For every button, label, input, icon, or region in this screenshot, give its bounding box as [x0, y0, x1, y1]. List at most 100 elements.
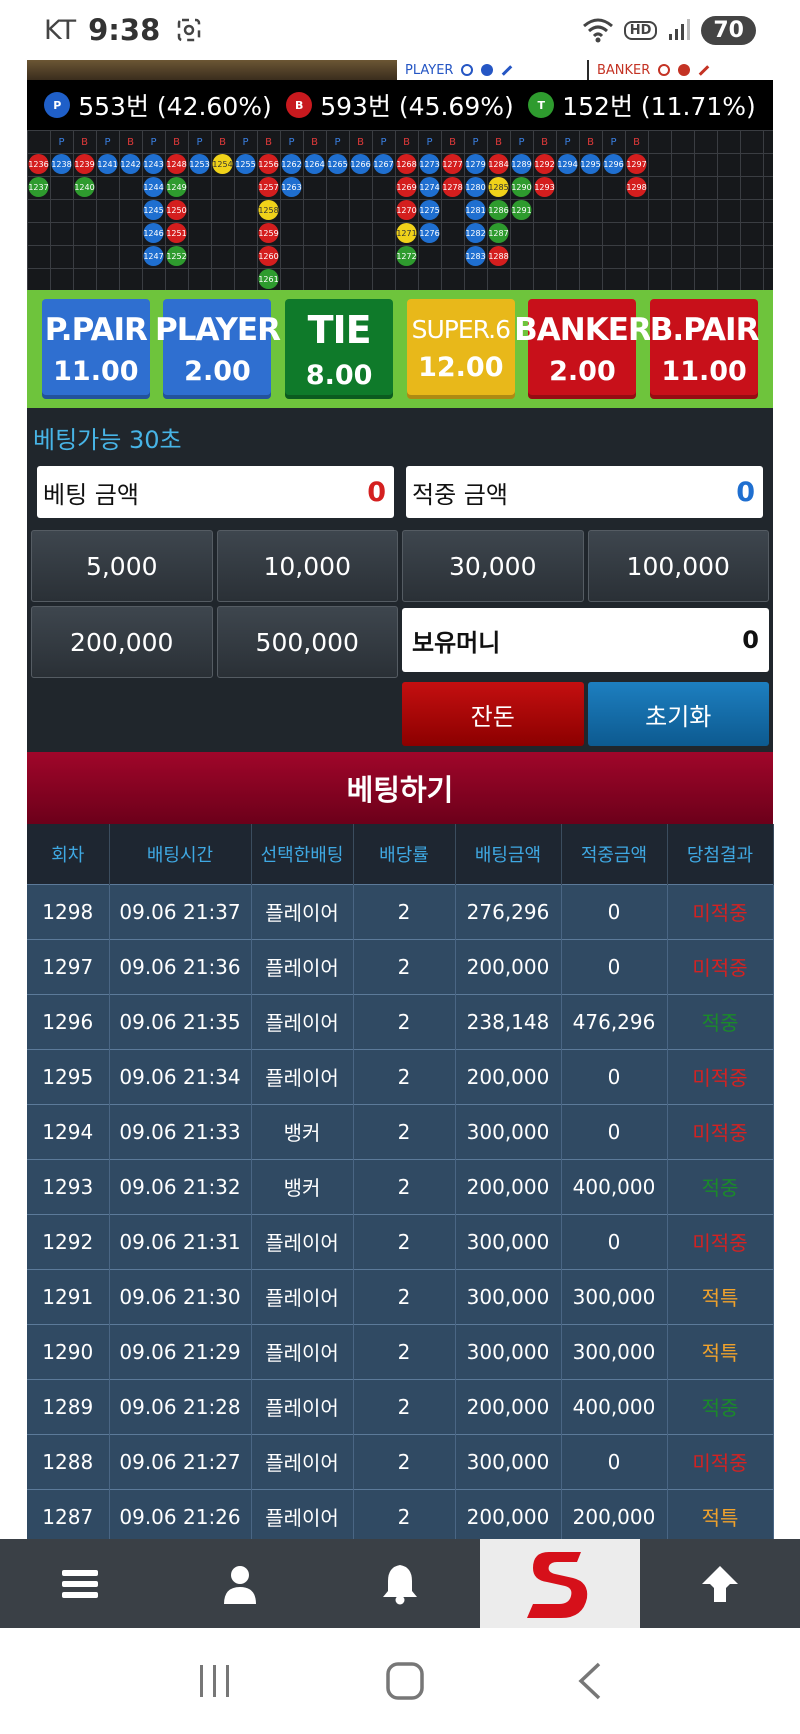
- road-bead-label: 1273: [419, 160, 439, 169]
- signal-icon: [669, 19, 691, 40]
- stat-tie: T 152번 (11.71%): [528, 87, 756, 123]
- cell-choice: 뱅커: [251, 1158, 354, 1214]
- cell-bet-amount: 300,000: [455, 1103, 562, 1159]
- road-bead-label: 1284: [488, 160, 508, 169]
- system-nav-bar: [0, 1628, 800, 1734]
- recent-apps-icon[interactable]: [195, 1663, 235, 1699]
- road-header-label: P: [380, 137, 386, 148]
- road-bead-label: 1265: [327, 160, 347, 169]
- reset-button[interactable]: 초기화: [587, 682, 769, 746]
- bet-b-pair-button[interactable]: B.PAIR 11.00: [650, 299, 759, 399]
- cell-result: 미적중: [667, 1048, 774, 1104]
- chip-200000-button[interactable]: 200,000: [31, 606, 213, 678]
- road-bead-label: 1270: [396, 206, 416, 215]
- back-icon[interactable]: [575, 1661, 605, 1701]
- slash-icon: [502, 64, 513, 76]
- bet-tie-button[interactable]: TIE 8.00: [285, 299, 394, 399]
- chip-500000-button[interactable]: 500,000: [216, 606, 398, 678]
- col-result: 당첨결과: [667, 824, 774, 884]
- cell-round: 1291: [27, 1268, 110, 1324]
- menu-button[interactable]: [0, 1539, 160, 1628]
- cell-result: 미적중: [667, 938, 774, 994]
- home-icon[interactable]: [385, 1661, 425, 1701]
- scroll-top-button[interactable]: [640, 1539, 800, 1628]
- cell-choice: 플레이어: [251, 1048, 354, 1104]
- road-bead-label: 1262: [281, 160, 301, 169]
- cell-bet-amount: 300,000: [455, 1323, 562, 1379]
- legend-banker-label: BANKER: [597, 62, 651, 78]
- profile-button[interactable]: [160, 1539, 320, 1628]
- cell-win-amount: 300,000: [561, 1323, 668, 1379]
- chip-5000-button[interactable]: 5,000: [31, 530, 213, 602]
- chip-10000-button[interactable]: 10,000: [216, 530, 398, 602]
- road-bead-label: 1251: [166, 229, 186, 238]
- chip-100000-button[interactable]: 100,000: [587, 530, 769, 602]
- road-header-label: B: [81, 137, 88, 148]
- cell-win-amount: 400,000: [561, 1378, 668, 1434]
- betting-area: 베팅가능 30초 베팅 금액 0 적중 금액 0 5,000 10,000 30…: [27, 408, 773, 752]
- road-bead-label: 1271: [396, 229, 416, 238]
- road-bead-label: 1285: [488, 183, 508, 192]
- bet-player-button[interactable]: PLAYER 2.00: [155, 299, 281, 399]
- bet-odds: 2.00: [549, 355, 616, 387]
- road-bead-label: 1246: [143, 229, 163, 238]
- road-bead-label: 1290: [511, 183, 531, 192]
- road-bead-label: 1242: [120, 160, 140, 169]
- player-badge: P: [44, 92, 71, 118]
- road-bead-label: 1297: [626, 160, 646, 169]
- road-bead-label: 1298: [626, 183, 646, 192]
- road-header-label: P: [196, 137, 202, 148]
- cell-choice: 플레이어: [251, 883, 354, 939]
- cell-bet-amount: 200,000: [455, 1378, 562, 1434]
- stat-player: P 553번 (42.60%): [44, 87, 272, 123]
- video-strip: PLAYER BANKER: [27, 60, 773, 80]
- bottom-nav: [0, 1539, 800, 1628]
- cell-result: 적중: [667, 1158, 774, 1214]
- bet-odds: 12.00: [418, 352, 504, 383]
- game-panel: PLAYER BANKER P 553번 (42.60%) B 593번 (45…: [27, 60, 774, 1544]
- cell-bet-amount: 200,000: [455, 1048, 562, 1104]
- col-win-amount: 적중금액: [561, 824, 668, 884]
- road-header-label: P: [610, 137, 616, 148]
- balance-value: 0: [742, 626, 759, 654]
- cell-odds: 2: [353, 1268, 456, 1324]
- bet-banker-button[interactable]: BANKER 2.00: [514, 299, 652, 399]
- change-button[interactable]: 잔돈: [402, 682, 584, 746]
- ring-icon: [461, 64, 474, 76]
- road-header-label: B: [265, 137, 272, 148]
- road-bead-label: 1283: [465, 252, 485, 261]
- ring-icon: [658, 64, 671, 76]
- road-bead-label: 1277: [442, 160, 462, 169]
- tie-badge: T: [528, 92, 555, 118]
- bet-p-pair-button[interactable]: P.PAIR 11.00: [41, 299, 150, 399]
- chip-30000-button[interactable]: 30,000: [402, 530, 584, 602]
- cell-bet-amount: 276,296: [455, 883, 562, 939]
- cell-win-amount: 0: [561, 1048, 668, 1104]
- road-bead-label: 1239: [74, 160, 94, 169]
- road-bead-label: 1275: [419, 206, 439, 215]
- status-bar: KT 9:38 HD 70: [0, 0, 800, 60]
- bet-super6-button[interactable]: SUPER.6 12.00: [406, 299, 515, 399]
- road-header-label: P: [150, 137, 156, 148]
- notifications-button[interactable]: [320, 1539, 480, 1628]
- road-bead-label: 1257: [258, 183, 278, 192]
- cell-result: 미적중: [667, 883, 774, 939]
- stat-banker-text: 593번 (45.69%): [320, 92, 514, 121]
- cell-round: 1296: [27, 993, 110, 1049]
- cell-choice: 플레이어: [251, 1433, 354, 1489]
- home-logo-button[interactable]: [480, 1539, 640, 1628]
- cell-odds: 2: [353, 1433, 456, 1489]
- place-bet-button[interactable]: 베팅하기: [27, 752, 773, 824]
- balance-field: 보유머니 0: [402, 608, 769, 672]
- legend-banker: BANKER: [589, 60, 773, 80]
- cell-round: 1288: [27, 1433, 110, 1489]
- cell-odds: 2: [353, 1158, 456, 1214]
- cell-result: 적특: [667, 1323, 774, 1379]
- cell-result: 적중: [667, 1378, 774, 1434]
- slash-icon: [699, 64, 710, 76]
- cell-choice: 플레이어: [251, 1268, 354, 1324]
- cell-odds: 2: [353, 1488, 456, 1544]
- cell-time: 09.06 21:35: [109, 993, 252, 1049]
- bead-road-svg: P B P B P B P B P B P B P B P B P B P B P B P B P B123612371238 12…: [28, 137, 647, 289]
- road-bead-label: 1269: [396, 183, 416, 192]
